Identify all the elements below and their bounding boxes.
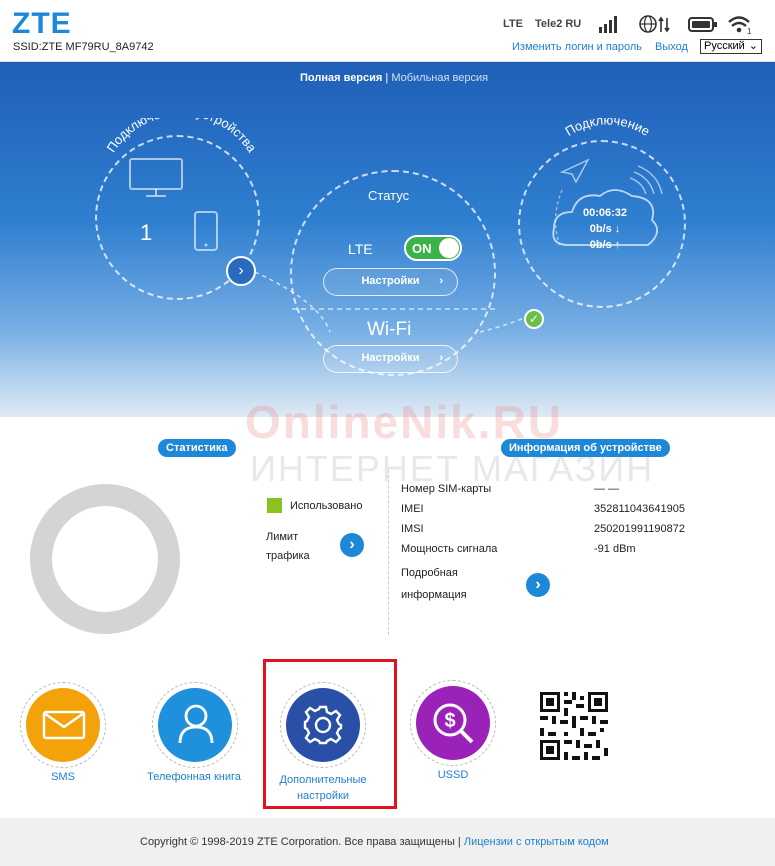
gear-icon [303, 705, 343, 745]
advanced-settings-label[interactable]: Дополнительные настройки [264, 772, 382, 804]
chevron-down-icon: ⌄ [748, 40, 758, 52]
device-count: 1 [140, 220, 153, 245]
lte-label: LTE [348, 241, 373, 257]
used-legend-label: Использовано [290, 500, 363, 512]
chevron-right-icon: › [535, 576, 541, 593]
network-type: LTE [503, 18, 523, 30]
chevron-right-icon: › [439, 352, 443, 364]
download-speed: 0b/s ↓ [589, 223, 621, 235]
info-label-imsi: IMSI [401, 523, 424, 535]
info-value-signal: -91 dBm [594, 543, 636, 555]
envelope-icon [42, 710, 86, 740]
chevron-right-icon: › [349, 536, 355, 553]
info-value-imsi: 250201991190872 [594, 523, 685, 535]
info-value-imei: 352811043641905 [594, 503, 685, 515]
wifi-label: Wi-Fi [367, 319, 412, 340]
connection-time: 00:06:32 [582, 207, 628, 219]
chevron-right-icon: › [238, 262, 244, 279]
language-value: Русский [704, 40, 745, 52]
signal-strength-icon [599, 16, 617, 33]
wifi-icon: 1 [728, 16, 752, 35]
toggle-state: ON [412, 241, 432, 256]
phone-icon [194, 211, 218, 251]
status-title: Статус [368, 188, 410, 203]
copyright: Copyright © 1998-2019 ZTE Corporation. В… [140, 836, 609, 848]
used-legend-swatch [267, 498, 282, 513]
divider [388, 470, 389, 635]
globe-data-icon [639, 15, 670, 33]
check-icon: ✓ [524, 309, 544, 329]
language-select[interactable]: Русский ⌄ [700, 39, 762, 54]
upload-speed: 0b/s ↑ [589, 239, 621, 251]
operator-name: Tele2 RU [535, 18, 582, 30]
change-login-link[interactable]: Изменить логин и пароль [512, 41, 642, 53]
chevron-right-icon: › [439, 275, 443, 287]
logout-link[interactable]: Выход [655, 41, 688, 53]
sms-label[interactable]: SMS [13, 771, 113, 783]
lte-toggle[interactable]: ON [404, 235, 462, 261]
person-icon [178, 704, 214, 744]
wifi-settings-button[interactable]: Настройки › [323, 345, 458, 373]
open-source-licenses-link[interactable]: Лицензии с открытым кодом [464, 836, 609, 848]
more-info-button[interactable]: › [526, 573, 550, 597]
zte-logo: ZTE [12, 7, 72, 40]
svg-text:$: $ [444, 710, 455, 732]
phonebook-label[interactable]: Телефонная книга [135, 771, 253, 783]
info-label-sim: Номер SIM-карты [401, 483, 492, 495]
device-info-tag: Информация об устройстве [501, 439, 670, 457]
ssid-label: SSID:ZTE MF79RU_8A9742 [13, 41, 154, 53]
info-value-sim: — — [594, 483, 620, 495]
qr-code [538, 690, 610, 762]
info-label-imei: IMEI [401, 503, 424, 515]
devices-details-button[interactable]: › [226, 256, 256, 286]
dollar-search-icon: $ [433, 703, 474, 744]
lte-settings-button[interactable]: Настройки › [323, 268, 458, 296]
monitor-icon [129, 158, 183, 197]
traffic-limit-button[interactable]: › [340, 533, 364, 557]
more-info-link[interactable]: Подробная информация [401, 567, 467, 601]
battery-icon [688, 17, 717, 32]
svg-text:Подключение: Подключение [562, 118, 652, 139]
svg-text:1: 1 [747, 27, 752, 35]
ussd-label[interactable]: USSD [403, 769, 503, 781]
toggle-knob [439, 238, 459, 258]
traffic-donut [30, 484, 180, 634]
svg-text:Подключенные устройства: Подключенные устройства [104, 118, 260, 156]
traffic-limit-link[interactable]: Лимит трафика [266, 531, 310, 562]
info-label-signal: Мощность сигнала [401, 543, 498, 555]
stats-tag: Статистика [158, 439, 236, 457]
